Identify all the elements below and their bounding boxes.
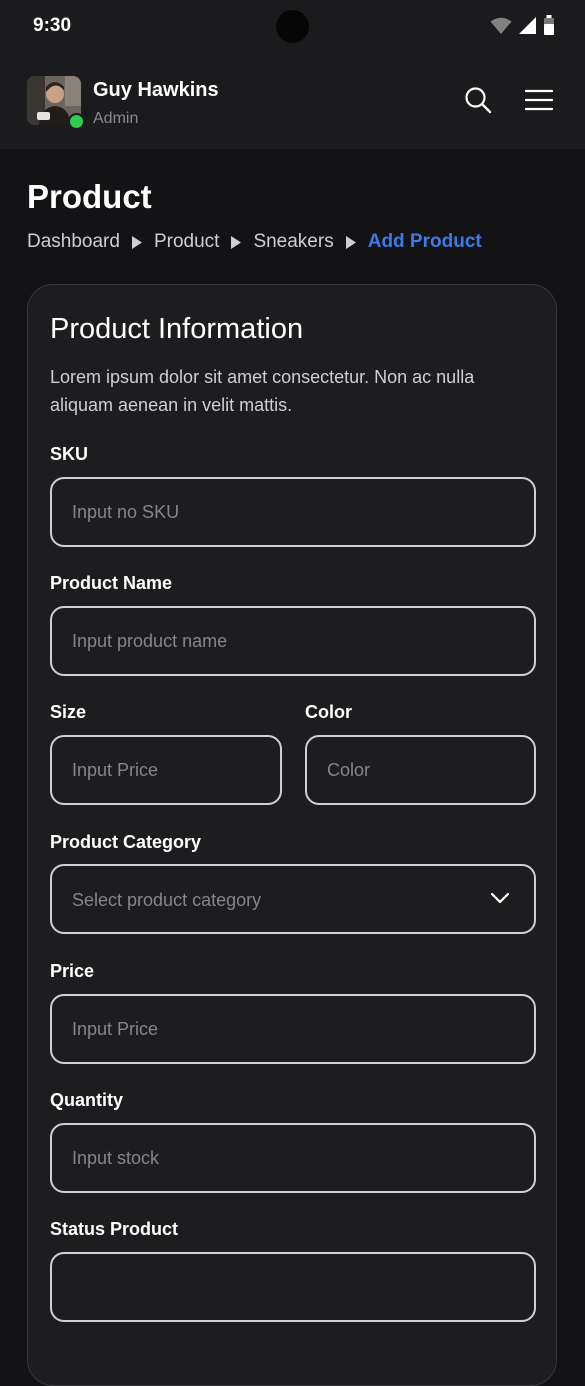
product-category-label: Product Category [50,832,202,852]
breadcrumb-item-product[interactable]: Product [154,231,219,253]
online-status-dot [68,113,85,130]
color-input[interactable] [305,735,536,805]
size-input[interactable] [50,735,282,805]
user-role: Admin [93,110,139,127]
color-label: Color [305,702,352,722]
user-name: Guy Hawkins [93,79,219,101]
status-icons [490,15,555,36]
wifi-icon [490,17,512,34]
breadcrumb: Dashboard Product Sneakers Add Product [27,231,482,253]
breadcrumb-separator-icon [345,235,356,249]
sku-input[interactable] [50,477,536,547]
page-title: Product [27,178,152,215]
breadcrumb-item-sneakers[interactable]: Sneakers [253,231,333,253]
battery-icon [544,15,554,35]
price-label: Price [50,961,95,981]
size-label: Size [50,702,87,722]
breadcrumb-separator-icon [231,235,242,249]
hamburger-menu-icon [525,89,553,111]
breadcrumb-separator-icon [131,235,142,249]
app-header: Guy Hawkins Admin [0,52,585,149]
product-category-select[interactable]: Select product category [50,864,536,934]
sku-label: SKU [50,444,89,464]
product-name-input[interactable] [50,606,536,676]
quantity-input[interactable] [50,1123,536,1193]
search-icon [465,87,492,114]
quantity-label: Quantity [50,1090,124,1110]
card-description: Lorem ipsum dolor sit amet consectetur. … [50,367,475,415]
card-title: Product Information [50,313,304,345]
menu-button[interactable] [522,83,556,117]
product-information-card: Product Information Lorem ipsum dolor si… [27,284,557,1386]
cellular-signal-icon [519,17,536,34]
search-button[interactable] [461,83,495,117]
status-product-select[interactable] [50,1252,536,1322]
status-bar: 9:30 [0,0,585,52]
breadcrumb-item-current: Add Product [367,231,482,252]
product-category-placeholder: Select product category [72,890,262,910]
product-name-label: Product Name [50,573,173,593]
status-time: 9:30 [33,15,72,36]
price-input[interactable] [50,994,536,1064]
status-product-label: Status Product [50,1219,179,1239]
breadcrumb-item-dashboard[interactable]: Dashboard [27,231,120,253]
chevron-down-icon [490,892,510,904]
front-camera [276,10,309,43]
